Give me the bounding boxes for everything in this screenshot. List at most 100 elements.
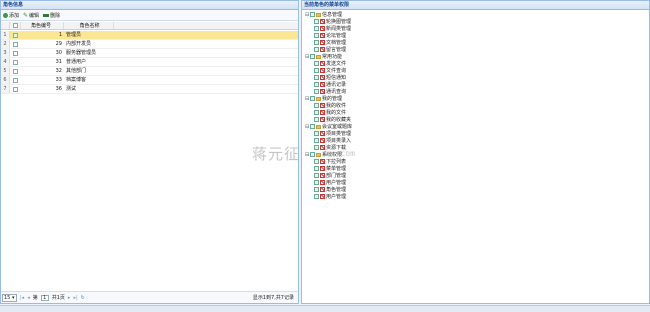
table-row[interactable]: 6 33 档案博客: [1, 76, 298, 85]
row-checkbox[interactable]: [13, 59, 18, 65]
collapse-toggle-icon[interactable]: ⊟: [305, 54, 309, 60]
tree-checkbox[interactable]: [314, 47, 319, 52]
row-checkbox[interactable]: [13, 68, 18, 74]
table-row[interactable]: 1 1 管理员: [1, 31, 298, 40]
row-checkbox[interactable]: [13, 32, 18, 38]
tree-checkbox[interactable]: [314, 68, 319, 73]
tree-leaf-node[interactable]: 通讯记录: [314, 81, 346, 88]
select-all-cell[interactable]: [10, 22, 21, 29]
tree-checkbox[interactable]: [314, 138, 319, 143]
tree-checkbox[interactable]: [314, 26, 319, 31]
row-checkbox[interactable]: [13, 77, 18, 83]
tree-leaf-node[interactable]: 部门管理: [314, 172, 346, 179]
tree-leaf-node[interactable]: 轮换图管理: [314, 18, 351, 25]
collapse-toggle-icon[interactable]: ⊟: [305, 124, 309, 130]
tree-leaf-node[interactable]: 留言管理: [314, 46, 346, 53]
page-icon: [320, 187, 325, 192]
tree-leaf-node[interactable]: 项目类管理: [314, 130, 351, 137]
page-size-select[interactable]: 15 ▾: [2, 293, 17, 302]
tree-folder-node[interactable]: ⊟ 信息管理: [305, 11, 342, 19]
tree-checkbox[interactable]: [310, 54, 315, 59]
row-select-cell[interactable]: [10, 31, 21, 39]
row-select-cell[interactable]: [10, 67, 21, 75]
delete-button[interactable]: 删除: [43, 12, 60, 19]
tree-checkbox[interactable]: [314, 33, 319, 38]
tree-leaf-node[interactable]: 发送文件: [314, 60, 346, 67]
page-number-input[interactable]: 1: [40, 294, 49, 301]
tree-checkbox[interactable]: [314, 61, 319, 66]
tree-leaf-node[interactable]: 论坛管理: [314, 32, 346, 39]
tree-leaf-node[interactable]: 用户管理: [314, 193, 346, 200]
tree-leaf-node[interactable]: 文件查询: [314, 67, 346, 74]
row-select-cell[interactable]: [10, 58, 21, 66]
row-select-cell[interactable]: [10, 76, 21, 84]
role-panel-title: 角色信息: [1, 1, 298, 10]
tree-folder-node[interactable]: ⊟ 常用功能: [305, 53, 342, 61]
table-row[interactable]: 7 36 测试: [1, 85, 298, 94]
add-icon: [3, 12, 8, 18]
role-code: 30: [55, 50, 62, 56]
table-row[interactable]: 2 29 内部开发员: [1, 40, 298, 49]
tree-checkbox[interactable]: [314, 103, 319, 108]
name-column-header[interactable]: 角色名称: [64, 22, 114, 29]
tree-checkbox[interactable]: [314, 131, 319, 136]
tree-checkbox[interactable]: [314, 159, 319, 164]
table-row[interactable]: 3 30 服务器管理员: [1, 49, 298, 58]
tree-leaf-node[interactable]: 项目类录入: [314, 137, 351, 144]
row-number: 1: [1, 31, 10, 39]
tree-leaf-node[interactable]: 我的收藏夹: [314, 116, 351, 123]
tree-leaf-node[interactable]: 菜单管理: [314, 165, 346, 172]
row-select-cell[interactable]: [10, 40, 21, 48]
first-page-button[interactable]: |◂: [20, 295, 24, 301]
tree-checkbox[interactable]: [314, 40, 319, 45]
prev-page-button[interactable]: ◂: [27, 295, 30, 301]
collapse-toggle-icon[interactable]: ⊟: [305, 12, 309, 18]
tree-checkbox[interactable]: [314, 180, 319, 185]
tree-checkbox[interactable]: [314, 75, 319, 80]
tree-leaf-node[interactable]: 文档管理: [314, 39, 346, 46]
tree-leaf-node[interactable]: 下拉列表: [314, 158, 346, 165]
tree-checkbox[interactable]: [314, 89, 319, 94]
tree-leaf-node[interactable]: 通讯查询: [314, 88, 346, 95]
table-row[interactable]: 4 31 普通用户: [1, 58, 298, 67]
tree-checkbox[interactable]: [314, 187, 319, 192]
row-checkbox[interactable]: [13, 50, 18, 56]
tree-leaf-node[interactable]: 我的收件: [314, 102, 346, 109]
tree-checkbox[interactable]: [314, 117, 319, 122]
row-select-cell[interactable]: [10, 49, 21, 57]
tree-checkbox[interactable]: [310, 12, 315, 17]
tree-checkbox[interactable]: [310, 96, 315, 101]
add-button[interactable]: 添加: [3, 12, 19, 19]
tree-checkbox[interactable]: [314, 110, 319, 115]
code-column-header[interactable]: 角色编号: [21, 22, 64, 29]
last-page-button[interactable]: ▸|: [73, 295, 77, 301]
tree-leaf-node[interactable]: 我的文件: [314, 109, 346, 116]
tree-leaf-node[interactable]: 新闻类管理: [314, 25, 351, 32]
tree-checkbox[interactable]: [314, 194, 319, 199]
row-checkbox[interactable]: [13, 86, 18, 92]
collapse-toggle-icon[interactable]: ⊟: [305, 96, 309, 102]
tree-checkbox[interactable]: [314, 173, 319, 178]
tree-checkbox[interactable]: [314, 82, 319, 87]
tree-checkbox[interactable]: [310, 152, 315, 157]
tree-folder-node[interactable]: ⊟ 我的管理: [305, 95, 342, 103]
tree-checkbox[interactable]: [314, 166, 319, 171]
tree-node-label: 用户管理: [326, 180, 347, 186]
row-checkbox[interactable]: [13, 41, 18, 47]
refresh-icon[interactable]: ↻: [81, 295, 85, 301]
tree-leaf-node[interactable]: 角色管理: [314, 186, 346, 193]
role-name: 管理员: [64, 31, 114, 39]
table-row[interactable]: 5 32 其他部门: [1, 67, 298, 76]
tree-checkbox[interactable]: [314, 19, 319, 24]
edit-button[interactable]: ✎ 编辑: [23, 12, 39, 19]
tree-leaf-node[interactable]: 短信通知: [314, 74, 346, 81]
select-all-checkbox[interactable]: [12, 23, 18, 28]
tree-leaf-node[interactable]: 用户管理: [314, 179, 346, 186]
next-page-button[interactable]: ▸: [68, 295, 71, 301]
tree-checkbox[interactable]: [310, 124, 315, 129]
collapse-toggle-icon[interactable]: ⊟: [305, 152, 309, 158]
tree-checkbox[interactable]: [314, 145, 319, 150]
tree-node-label: 用户管理: [326, 194, 347, 200]
tree-folder-node[interactable]: ⊟ 会议室或题库: [305, 123, 352, 131]
row-select-cell[interactable]: [10, 85, 21, 93]
